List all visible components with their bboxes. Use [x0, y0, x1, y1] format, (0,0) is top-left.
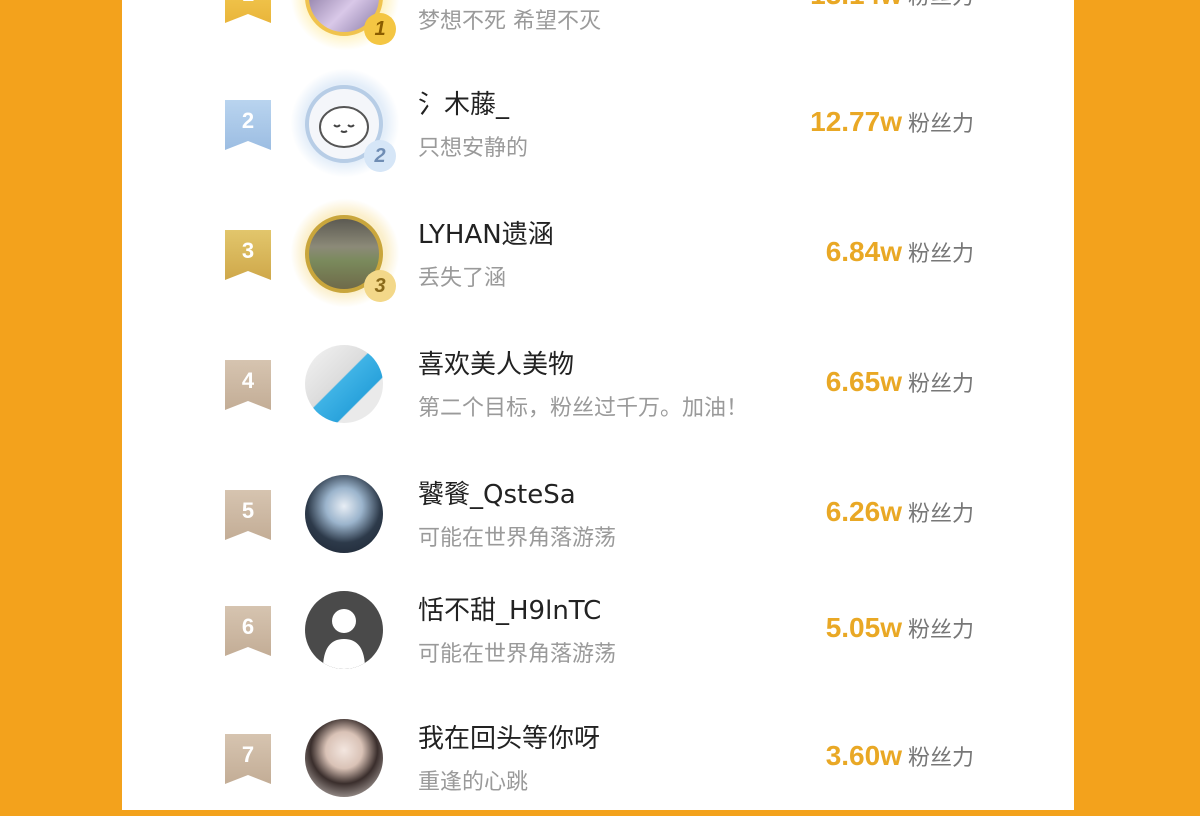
fan-power: 6.65w 粉丝力: [825, 366, 974, 397]
user-name[interactable]: LYHAN遗涵: [418, 214, 554, 251]
user-signature: 梦想不死 希望不灭: [418, 9, 601, 34]
rank-badge: 1: [364, 13, 396, 45]
rank-ribbon: 5: [225, 490, 271, 540]
fan-power: 6.84w 粉丝力: [825, 236, 974, 267]
list-item[interactable]: 6 恬不甜_H9lnTC 可能在世界角落游荡 5.05w 粉丝力: [122, 568, 1074, 688]
avatar[interactable]: 2: [290, 68, 400, 178]
fan-power: 5.05w 粉丝力: [825, 612, 974, 643]
fan-power: 6.26w 粉丝力: [825, 496, 974, 527]
user-name[interactable]: 恬不甜_H9lnTC: [418, 590, 601, 627]
avatar[interactable]: [300, 714, 390, 804]
user-signature: 可能在世界角落游荡: [418, 642, 617, 667]
user-signature: 只想安静的: [418, 136, 529, 161]
list-item[interactable]: 2 2 氵木藤_ 只想安静的 12.77w 粉丝力: [122, 62, 1074, 182]
avatar[interactable]: [300, 470, 390, 560]
avatar[interactable]: [300, 340, 390, 430]
user-name[interactable]: 喜欢美人美物: [418, 344, 574, 381]
fan-power: 13.14w粉丝力: [810, 0, 974, 11]
user-name[interactable]: 饕餮_QsteSa: [418, 474, 576, 511]
ranking-card: 1 1 梦想不死 希望不灭 13.14w粉丝力 2 2 氵木藤_ 只想: [122, 0, 1074, 810]
default-user-icon: [323, 609, 365, 669]
rank-badge: 3: [364, 270, 396, 302]
rank-ribbon: 1: [225, 0, 271, 23]
list-item[interactable]: 5 饕餮_QsteSa 可能在世界角落游荡 6.26w 粉丝力: [122, 452, 1074, 572]
user-signature: 重逢的心跳: [418, 770, 529, 795]
rank-ribbon: 3: [225, 230, 271, 280]
user-signature: 可能在世界角落游荡: [418, 526, 617, 551]
rank-ribbon: 2: [225, 100, 271, 150]
rank-badge: 2: [364, 140, 396, 172]
avatar[interactable]: [300, 586, 390, 676]
user-name[interactable]: 氵木藤_: [418, 84, 509, 121]
list-item[interactable]: 3 3 LYHAN遗涵 丢失了涵 6.84w 粉丝力: [122, 192, 1074, 312]
user-signature: 第二个目标，粉丝过千万。加油！: [418, 396, 749, 421]
list-item[interactable]: 7 我在回头等你呀 重逢的心跳 3.60w 粉丝力: [122, 696, 1074, 816]
rank-ribbon: 7: [225, 734, 271, 784]
list-item[interactable]: 1 1 梦想不死 希望不灭 13.14w粉丝力: [122, 0, 1074, 55]
rank-ribbon: 4: [225, 360, 271, 410]
user-name[interactable]: 我在回头等你呀: [418, 718, 600, 755]
list-item[interactable]: 4 喜欢美人美物 第二个目标，粉丝过千万。加油！ 6.65w 粉丝力: [122, 322, 1074, 442]
user-signature: 丢失了涵: [418, 266, 507, 291]
fan-power: 12.77w 粉丝力: [810, 106, 974, 137]
fan-power: 3.60w 粉丝力: [825, 740, 974, 771]
rank-ribbon: 6: [225, 606, 271, 656]
avatar[interactable]: 3: [290, 198, 400, 308]
avatar[interactable]: 1: [290, 0, 400, 51]
